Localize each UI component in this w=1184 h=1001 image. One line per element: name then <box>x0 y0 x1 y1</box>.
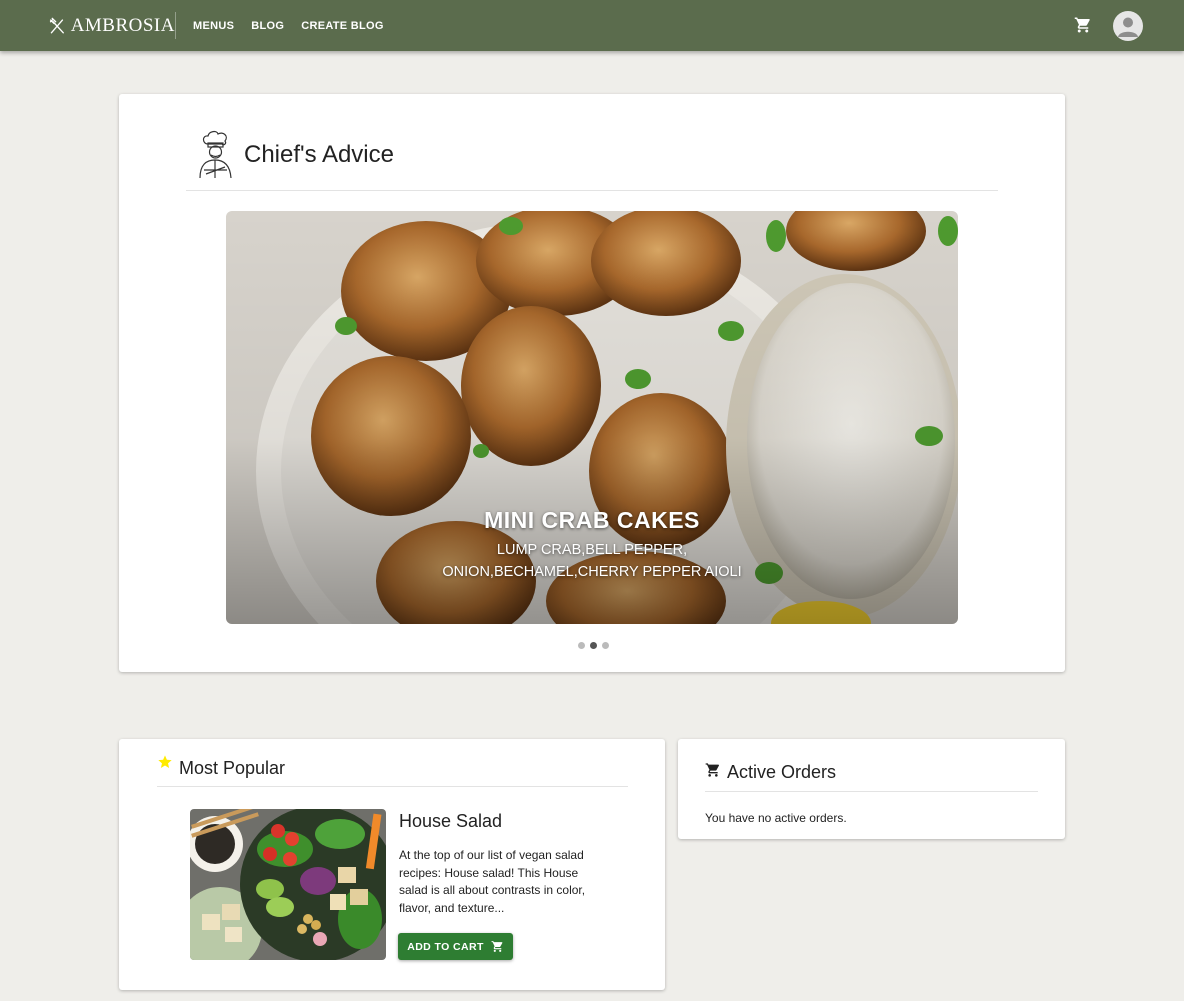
cart-button[interactable] <box>1072 14 1094 36</box>
cart-icon <box>705 763 720 777</box>
slide-caption: MINI CRAB CAKES LUMP CRAB,BELL PEPPER, O… <box>226 507 958 583</box>
carousel-indicators <box>578 642 609 649</box>
fork-knife-logo-icon <box>49 17 64 33</box>
most-popular-title: Most Popular <box>179 758 286 778</box>
carousel-dot[interactable] <box>602 642 609 649</box>
slide-description-line-1: LUMP CRAB,BELL PEPPER, <box>496 542 688 558</box>
nav-create-blog[interactable]: CREATE BLOG <box>301 20 384 32</box>
main-nav: MENUS BLOG CREATE BLOG <box>193 0 401 51</box>
chiefs-advice-card: Chief's Advice MINI CRAB CAKES LUMP CRAB… <box>119 94 1065 672</box>
chiefs-advice-header: Chief's Advice <box>186 130 998 191</box>
chiefs-advice-title: Chief's Advice <box>244 141 394 168</box>
account-icon <box>1118 17 1138 37</box>
active-orders-empty-message: You have no active orders. <box>705 811 847 825</box>
brand-logo[interactable]: AMBROSIA <box>42 12 176 39</box>
active-orders-card: Active Orders You have no active orders. <box>678 739 1065 839</box>
star-icon <box>158 755 172 768</box>
nav-menus[interactable]: MENUS <box>193 20 234 32</box>
top-app-bar: AMBROSIA MENUS BLOG CREATE BLOG <box>0 0 1184 51</box>
chef-icon <box>199 130 232 179</box>
item-description: At the top of our list of vegan salad re… <box>399 848 586 915</box>
account-avatar-button[interactable] <box>1113 11 1143 41</box>
cart-icon <box>1074 17 1090 33</box>
house-salad-image[interactable] <box>190 809 386 960</box>
add-to-cart-label: ADD TO CART <box>407 940 484 953</box>
most-popular-header: Most Popular <box>157 752 628 787</box>
cart-icon <box>491 941 503 952</box>
carousel-dot[interactable] <box>578 642 585 649</box>
carousel-dot-active[interactable] <box>590 642 597 649</box>
salad-photo <box>190 809 386 960</box>
add-to-cart-button[interactable]: ADD TO CART <box>398 933 513 960</box>
slide-title: MINI CRAB CAKES <box>484 507 700 533</box>
slide-description-line-2: ONION,BECHAMEL,CHERRY PEPPER AIOLI <box>442 564 742 580</box>
featured-carousel[interactable]: MINI CRAB CAKES LUMP CRAB,BELL PEPPER, O… <box>226 211 958 624</box>
active-orders-title: Active Orders <box>727 762 837 782</box>
nav-blog[interactable]: BLOG <box>251 20 284 32</box>
slide-description: LUMP CRAB,BELL PEPPER, ONION,BECHAMEL,CH… <box>226 539 958 583</box>
item-name[interactable]: House Salad <box>399 811 502 832</box>
most-popular-card: Most Popular House Salad At the top of o… <box>119 739 665 990</box>
active-orders-header: Active Orders <box>705 759 1038 792</box>
brand-name: AMBROSIA <box>70 14 175 36</box>
